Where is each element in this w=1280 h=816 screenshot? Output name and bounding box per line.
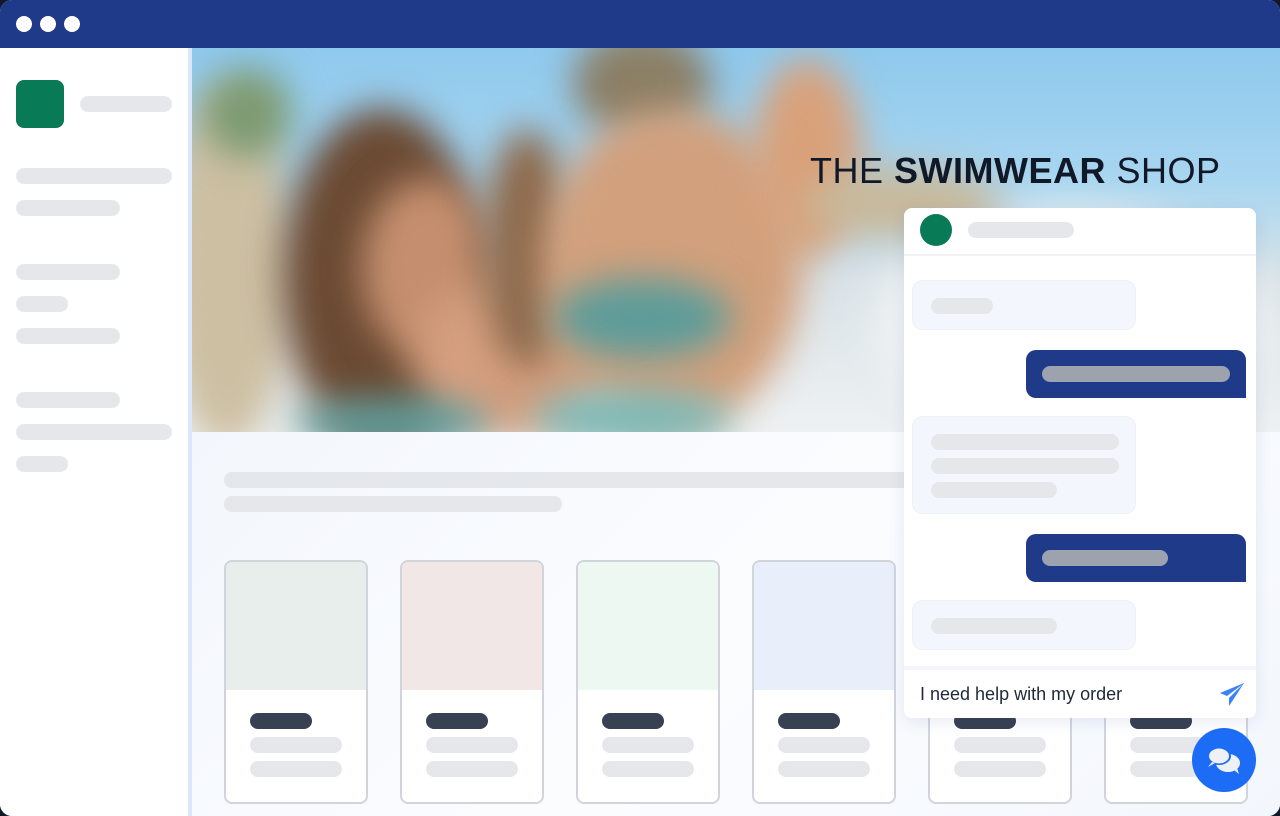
browser-window: THE SWIMWEAR SHOP bbox=[0, 0, 1280, 816]
chat-header bbox=[904, 208, 1256, 256]
store-name-placeholder bbox=[80, 96, 172, 112]
message-line-placeholder bbox=[931, 482, 1057, 498]
send-button[interactable] bbox=[1216, 678, 1248, 710]
product-image bbox=[402, 562, 542, 690]
agent-avatar bbox=[920, 214, 952, 246]
paper-plane-icon bbox=[1220, 683, 1244, 706]
sidebar-item[interactable] bbox=[16, 264, 120, 280]
sidebar bbox=[0, 48, 192, 816]
title-bar bbox=[0, 0, 1280, 48]
agent-message bbox=[912, 280, 1136, 330]
message-line-placeholder bbox=[1042, 550, 1168, 566]
chat-widget bbox=[904, 208, 1256, 718]
section-heading-placeholder bbox=[224, 472, 924, 488]
product-detail-placeholder bbox=[426, 737, 518, 753]
product-image bbox=[754, 562, 894, 690]
agent-message bbox=[912, 416, 1136, 514]
product-title-placeholder bbox=[602, 713, 664, 729]
sidebar-item[interactable] bbox=[16, 328, 120, 344]
sidebar-item[interactable] bbox=[16, 168, 172, 184]
window-minimize-dot[interactable] bbox=[40, 16, 56, 32]
window-maximize-dot[interactable] bbox=[64, 16, 80, 32]
chat-launcher-button[interactable] bbox=[1192, 728, 1256, 792]
sidebar-item[interactable] bbox=[16, 200, 120, 216]
message-line-placeholder bbox=[931, 458, 1119, 474]
message-line-placeholder bbox=[931, 298, 993, 314]
product-detail-placeholder bbox=[250, 737, 342, 753]
product-image bbox=[226, 562, 366, 690]
product-price-placeholder bbox=[602, 761, 694, 777]
section-subheading-placeholder bbox=[224, 496, 562, 512]
product-detail-placeholder bbox=[954, 737, 1046, 753]
product-card[interactable] bbox=[400, 560, 544, 804]
agent-name-placeholder bbox=[968, 222, 1074, 238]
chat-bubbles-icon bbox=[1207, 747, 1240, 774]
sidebar-item[interactable] bbox=[16, 392, 120, 408]
message-line-placeholder bbox=[1042, 366, 1230, 382]
agent-message bbox=[912, 600, 1136, 650]
product-detail-placeholder bbox=[778, 737, 870, 753]
message-line-placeholder bbox=[931, 618, 1057, 634]
sidebar-item[interactable] bbox=[16, 424, 172, 440]
product-title-placeholder bbox=[250, 713, 312, 729]
product-card[interactable] bbox=[224, 560, 368, 804]
window-close-dot[interactable] bbox=[16, 16, 32, 32]
user-message bbox=[1026, 350, 1246, 398]
product-title-placeholder bbox=[426, 713, 488, 729]
chat-input-row bbox=[904, 666, 1256, 718]
product-card[interactable] bbox=[576, 560, 720, 804]
chat-message-input[interactable] bbox=[920, 678, 1210, 710]
message-line-placeholder bbox=[931, 434, 1119, 450]
product-card[interactable] bbox=[752, 560, 896, 804]
product-price-placeholder bbox=[426, 761, 518, 777]
product-image bbox=[578, 562, 718, 690]
product-title-placeholder bbox=[778, 713, 840, 729]
sidebar-item[interactable] bbox=[16, 296, 68, 312]
user-message bbox=[1026, 534, 1246, 582]
product-price-placeholder bbox=[778, 761, 870, 777]
store-logo-icon[interactable] bbox=[16, 80, 64, 128]
sidebar-item[interactable] bbox=[16, 456, 68, 472]
product-detail-placeholder bbox=[602, 737, 694, 753]
hero-title: THE SWIMWEAR SHOP bbox=[810, 150, 1221, 191]
product-price-placeholder bbox=[250, 761, 342, 777]
product-price-placeholder bbox=[954, 761, 1046, 777]
